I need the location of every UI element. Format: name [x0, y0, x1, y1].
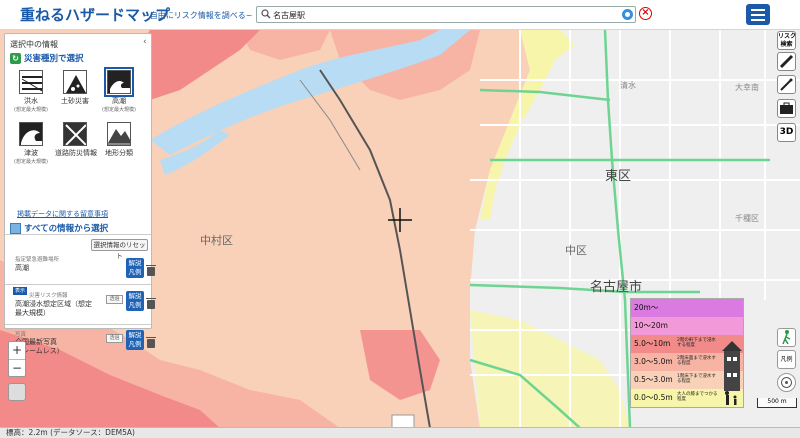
flood-icon	[19, 70, 43, 94]
pencil-icon[interactable]	[777, 52, 796, 71]
trash-icon[interactable]	[146, 337, 156, 348]
trash-icon[interactable]	[146, 298, 156, 309]
label-naka: 中区	[565, 244, 587, 257]
trash-icon[interactable]	[146, 265, 156, 276]
scale-bar: 500 m	[757, 398, 797, 408]
zoom-out-button[interactable]: −	[9, 359, 25, 376]
show-tag[interactable]: 表示	[13, 287, 27, 295]
search-settings-icon[interactable]	[621, 8, 634, 21]
select-all-header[interactable]: すべての情報から選択	[10, 222, 108, 234]
legend-button[interactable]: 解説 凡例	[126, 258, 144, 278]
risk-search-button[interactable]: リスク 検索	[777, 31, 796, 50]
hazard-road[interactable]: 道路防災情報	[55, 122, 97, 158]
app-subtitle: ~自由にリスク情報を調べる~	[143, 11, 253, 20]
search-clear-button[interactable]: ×	[639, 7, 652, 20]
road-disaster-icon	[63, 122, 87, 146]
panel-divider	[5, 324, 151, 325]
legend-row: 20m〜	[631, 299, 743, 317]
landslide-icon	[63, 70, 87, 94]
house-depth-icon	[722, 341, 742, 405]
header-bar: 重ねるハザードマップ ~自由にリスク情報を調べる~ 名古屋駅 ×	[0, 0, 800, 30]
select-by-hazard-header[interactable]: ↻ 災害種別で選択	[10, 52, 84, 64]
label-shimizu: 清水	[620, 81, 636, 90]
zoom-in-button[interactable]: +	[9, 342, 25, 359]
layer-list-icon	[10, 223, 21, 234]
layer-item-photo: 写真 全国最新写真 （シームレス） 透過 解説 凡例	[9, 326, 156, 360]
panel-divider	[5, 284, 151, 285]
panel-title: 選択中の情報	[10, 40, 58, 49]
transparency-button[interactable]: 透過	[106, 334, 123, 343]
selection-panel: 選択中の情報 ‹ ↻ 災害種別で選択 洪水 (想定最大規模) 土砂災害 高潮 (想…	[4, 33, 156, 355]
menu-button[interactable]	[746, 4, 770, 25]
search-box[interactable]: 名古屋駅	[256, 6, 636, 23]
hazard-terrain[interactable]: 地形分類	[99, 122, 139, 158]
hazard-flood[interactable]: 洪水 (想定最大規模)	[11, 70, 51, 113]
label-nagoya-city: 名古屋市	[590, 280, 643, 295]
pedestrian-icon[interactable]	[777, 328, 796, 347]
panel-collapse-icon[interactable]: ‹	[143, 37, 147, 47]
legend-row: 10〜20m	[631, 317, 743, 335]
hazard-tsunami[interactable]: 津波 (想定最大規模)	[11, 122, 51, 165]
search-input[interactable]: 名古屋駅	[273, 10, 305, 21]
label-higashi: 東区	[605, 169, 632, 184]
hazard-select-icon: ↻	[10, 53, 21, 64]
toolbox-icon[interactable]	[777, 99, 796, 118]
zoom-control: + −	[8, 341, 26, 377]
transparency-button[interactable]: 透過	[106, 295, 123, 304]
status-bar: 標高：2.2m (データソース：DEM5A)	[0, 427, 800, 438]
depth-legend: × 20m〜 10〜20m 5.0〜10m 3.0〜5.0m 0.5〜3.0m …	[630, 298, 744, 408]
legend-toggle-button[interactable]: 凡例	[777, 350, 796, 369]
legend-button[interactable]: 解説 凡例	[126, 291, 144, 311]
legend-button[interactable]: 解説 凡例	[126, 330, 144, 350]
layer-item-storm-surge: 表示 災害リスク情報 高潮浸水想定区域（想定 最大規模） 透過 解説 凡例	[9, 287, 156, 323]
reset-selection-button[interactable]: 選択情報のリセット	[91, 239, 148, 260]
label-kenchu: 千種区	[735, 214, 759, 223]
basemap-toggle-button[interactable]	[8, 383, 26, 401]
terrain-icon	[107, 122, 131, 146]
location-icon[interactable]	[777, 373, 796, 392]
3d-button[interactable]: 3D	[777, 123, 796, 142]
panel-divider	[5, 234, 151, 235]
label-nakamura: 中村区	[200, 234, 233, 247]
storm-surge-icon	[104, 67, 134, 97]
notice-link[interactable]: 掲載データに関する留意事項	[17, 209, 108, 219]
tsunami-icon	[19, 122, 43, 146]
layer-item-evacuation: 指定緊急避難場所 高潮 解説 凡例	[9, 255, 156, 285]
hazard-storm-surge[interactable]: 高潮 (想定最大規模)	[99, 67, 139, 113]
label-daikancho: 大幸南	[735, 83, 759, 92]
draw-icon[interactable]	[777, 75, 796, 94]
search-icon	[261, 9, 271, 19]
hazard-landslide[interactable]: 土砂災害	[55, 70, 95, 106]
